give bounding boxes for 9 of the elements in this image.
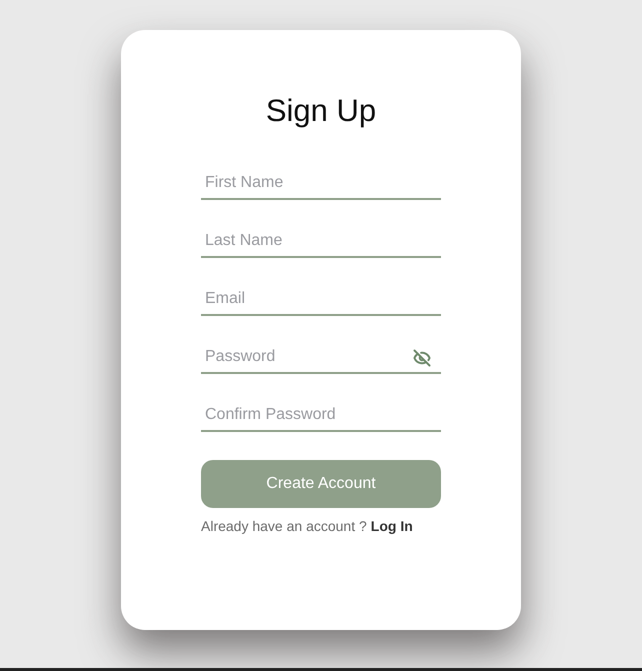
input-field[interactable]: First Name	[201, 160, 441, 200]
input-field[interactable]: Confirm Password	[201, 392, 441, 432]
login-prompt: Already have an account ?	[201, 518, 367, 534]
input-field[interactable]: Last Name	[201, 218, 441, 258]
login-link[interactable]: Log In	[370, 518, 413, 534]
hidden-eye-icon[interactable]	[413, 349, 431, 367]
password-field[interactable]: Password	[201, 334, 441, 374]
form-title: Sign Up	[266, 92, 376, 130]
input-field[interactable]: Email	[201, 276, 441, 316]
